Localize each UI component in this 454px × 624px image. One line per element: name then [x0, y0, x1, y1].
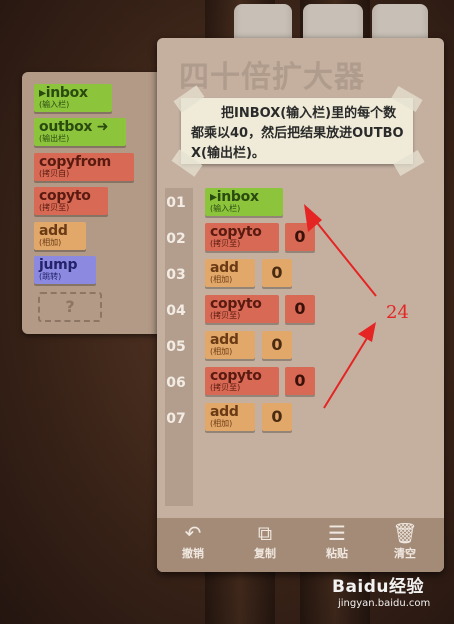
command-label: copyto — [210, 224, 262, 240]
undo-icon: ↶ — [184, 521, 202, 545]
trash-icon: 🗑 — [392, 521, 418, 545]
command-label: add — [210, 404, 239, 420]
register-argument[interactable]: 0 — [285, 295, 315, 323]
instructions-note: 把INBOX(输入栏)里的每个数都乘以40，然后把结果放进OUTBOX(输出栏)… — [181, 98, 413, 164]
command-label: copyto — [39, 188, 91, 204]
program-copyto[interactable]: copyto (拷贝至) — [205, 295, 279, 323]
copy-icon: ⧉ — [257, 521, 273, 545]
register-argument[interactable]: 0 — [285, 223, 315, 251]
line-number: 04 — [166, 303, 186, 319]
undo-label: 撤销 — [182, 547, 204, 560]
command-sublabel: (输出栏) — [39, 134, 70, 143]
paste-button[interactable]: ☰ 粘贴 — [317, 522, 357, 561]
palette-inbox[interactable]: ▸inbox (输入栏) — [34, 84, 112, 112]
program-inbox[interactable]: ▸inbox (输入栏) — [205, 188, 283, 216]
command-sublabel: (拷贝至) — [210, 383, 241, 392]
command-sublabel: (输入栏) — [39, 100, 70, 109]
command-label: ▸inbox — [39, 85, 88, 101]
watermark-brand: Baidu经验 — [332, 577, 425, 597]
command-sublabel: (拷贝至) — [39, 203, 70, 212]
command-sublabel: (拷贝至) — [210, 239, 241, 248]
watermark: Baidu经验 jingyan.baidu.com — [332, 572, 430, 609]
palette-jump[interactable]: jump (跳转) — [34, 256, 96, 284]
unknown-command-slot[interactable]: ? — [38, 292, 102, 322]
command-sublabel: (相加) — [210, 419, 233, 428]
command-sublabel: (拷贝自) — [39, 169, 70, 178]
line-number: 02 — [166, 231, 186, 247]
program-add[interactable]: add (相加) — [205, 403, 255, 431]
copy-label: 复制 — [254, 547, 276, 560]
command-label: copyfrom — [39, 154, 111, 170]
register-argument[interactable]: 0 — [262, 403, 292, 431]
editor-toolbar: ↶ 撤销 ⧉ 复制 ☰ 粘贴 🗑 清空 — [157, 518, 444, 572]
command-palette: ▸inbox (输入栏) outbox ➜ (输出栏) copyfrom (拷贝… — [22, 72, 170, 334]
command-label: ▸inbox — [210, 189, 259, 205]
command-sublabel: (相加) — [39, 238, 62, 247]
paste-icon: ☰ — [328, 521, 346, 545]
command-label: add — [210, 260, 239, 276]
watermark-site: jingyan.baidu.com — [338, 598, 431, 609]
level-title: 四十倍扩大器 — [179, 60, 365, 95]
register-argument[interactable]: 0 — [262, 259, 292, 287]
palette-add[interactable]: add (相加) — [34, 222, 86, 250]
program-copyto[interactable]: copyto (拷贝至) — [205, 223, 279, 251]
palette-copyto[interactable]: copyto (拷贝至) — [34, 187, 108, 215]
command-label: copyto — [210, 368, 262, 384]
line-number: 03 — [166, 267, 186, 283]
palette-outbox[interactable]: outbox ➜ (输出栏) — [34, 118, 126, 146]
line-number: 05 — [166, 339, 186, 355]
command-label: outbox ➜ — [39, 119, 109, 135]
line-number: 07 — [166, 411, 186, 427]
command-label: jump — [39, 257, 78, 273]
instructions-text: 把INBOX(输入栏)里的每个数都乘以40，然后把结果放进OUTBOX(输出栏)… — [191, 106, 404, 161]
paste-label: 粘贴 — [326, 547, 348, 560]
command-label: add — [210, 332, 239, 348]
copy-button[interactable]: ⧉ 复制 — [245, 522, 285, 561]
command-sublabel: (输入栏) — [210, 204, 241, 213]
command-sublabel: (跳转) — [39, 272, 62, 281]
command-label: add — [39, 223, 68, 239]
palette-copyfrom[interactable]: copyfrom (拷贝自) — [34, 153, 134, 181]
command-sublabel: (拷贝至) — [210, 311, 241, 320]
command-label: copyto — [210, 296, 262, 312]
undo-button[interactable]: ↶ 撤销 — [173, 522, 213, 561]
program-copyto[interactable]: copyto (拷贝至) — [205, 367, 279, 395]
program-add[interactable]: add (相加) — [205, 331, 255, 359]
annotation-number: 24 — [386, 302, 409, 323]
command-sublabel: (相加) — [210, 347, 233, 356]
clear-label: 清空 — [394, 547, 416, 560]
line-number: 01 — [166, 195, 186, 211]
line-number: 06 — [166, 375, 186, 391]
program-add[interactable]: add (相加) — [205, 259, 255, 287]
arrow-right-icon: ➜ — [96, 119, 109, 135]
register-argument[interactable]: 0 — [285, 367, 315, 395]
command-sublabel: (相加) — [210, 275, 233, 284]
register-argument[interactable]: 0 — [262, 331, 292, 359]
clear-button[interactable]: 🗑 清空 — [385, 522, 425, 561]
